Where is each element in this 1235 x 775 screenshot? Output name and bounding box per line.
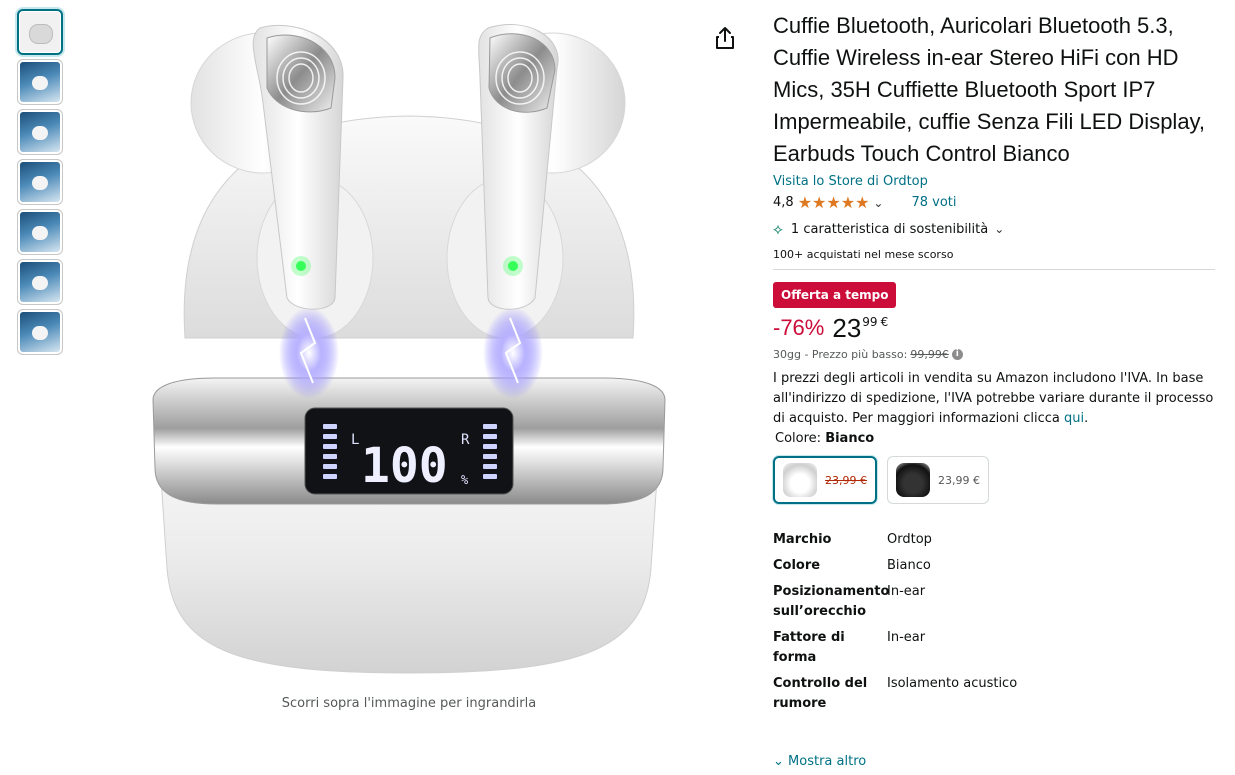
spec-row: Fattore di forma In-ear [773,628,1215,668]
thumbnail-image [20,262,60,302]
earbuds-case-illustration: L R 100 % [152,24,666,674]
vat-info-link[interactable]: qui [1064,411,1084,426]
thumbnail-4[interactable] [17,159,63,205]
chevron-down-icon[interactable]: ⌄ [873,196,883,210]
show-more-label: Mostra altro [788,754,867,769]
thumbnail-6[interactable] [17,259,63,305]
product-details: Cuffie Bluetooth, Auricolari Bluetooth 5… [773,10,1215,720]
deal-badge: Offerta a tempo [773,282,897,308]
spec-value: Isolamento acustico [887,676,1018,691]
color-option-nero[interactable]: 23,99 € [887,456,989,504]
swatch-price: 23,99 € [938,473,980,487]
thumbnail-5[interactable] [17,209,63,255]
sustainability-feature[interactable]: ⟡ 1 caratteristica di sostenibilità ⌄ [773,220,1215,238]
thumbnail-7[interactable] [17,309,63,355]
share-icon[interactable] [712,25,738,51]
price-row: -76% 23 99 € [773,314,1215,342]
star-rating-icon[interactable]: ★★★★★ [798,193,870,212]
swatch-price: 23,99 € [825,473,867,487]
main-product-image[interactable]: L R 100 % [145,8,673,688]
show-more-link[interactable]: ⌄ Mostra altro [773,754,866,769]
product-title: Cuffie Bluetooth, Auricolari Bluetooth 5… [773,13,1206,166]
thumbnail-image [20,212,60,252]
display-battery-value: 100 [361,438,448,494]
spec-value: In-ear [887,630,926,645]
discount-percent: -76% [773,315,825,340]
spec-row: Controllo del rumore Isolamento acustico [773,674,1215,714]
thumbnail-image [20,12,60,52]
spec-value: Bianco [887,558,931,573]
thumbnail-image [20,162,60,202]
vat-notice: I prezzi degli articoli in vendita su Am… [773,369,1215,429]
swatch-image [783,463,817,497]
spec-value: In-ear [887,584,926,599]
thumbnail-2[interactable] [17,59,63,105]
swatch-image [896,463,930,497]
color-selected-name: Bianco [825,431,875,446]
vat-end: . [1084,411,1089,426]
sustainability-label: 1 caratteristica di sostenibilità [790,221,989,237]
price-fraction: 99 [862,315,878,329]
thumbnail-image [20,312,60,352]
spec-table: Marchio Ordtop Colore Bianco Posizioname… [773,530,1215,714]
ratings-count-link[interactable]: 78 voti [911,195,956,210]
image-zoom-caption: Scorri sopra l'immagine per ingrandirla [281,696,537,711]
display-left-label: L [351,432,359,448]
spec-key: Posizionamento sull’orecchio [773,584,890,619]
color-label: Colore: Bianco [775,431,1215,446]
thumbnail-strip [17,9,65,359]
thumbnail-1[interactable] [17,9,63,55]
rating-value: 4,8 [773,195,794,210]
thumbnail-image [20,112,60,152]
spec-key: Colore [773,558,821,573]
color-option-bianco[interactable]: 23,99 € [773,456,877,504]
color-label-prefix: Colore: [775,431,822,446]
bought-last-month: 100+ acquistati nel mese scorso [773,248,1215,270]
leaf-icon: ⟡ [773,220,783,238]
spec-fade-overlay [773,735,1073,755]
info-icon[interactable]: i [951,349,963,360]
color-swatches: 23,99 € 23,99 € [773,456,1215,504]
vat-text: I prezzi degli articoli in vendita su Am… [773,371,1214,426]
lowest-price-label: 30gg - Prezzo più basso: [773,348,908,361]
display-right-label: R [461,432,470,448]
spec-key: Marchio [773,532,832,547]
spec-value: Ordtop [887,532,932,547]
spec-row: Colore Bianco [773,556,1215,576]
spec-row: Posizionamento sull’orecchio In-ear [773,582,1215,622]
price-currency: € [880,315,889,329]
chevron-down-icon: ⌄ [994,222,1005,236]
spec-row: Marchio Ordtop [773,530,1215,550]
thumbnail-3[interactable] [17,109,63,155]
price-whole: 23 [832,313,862,343]
spec-key: Controllo del rumore [773,676,868,711]
rating-row: 4,8 ★★★★★ ⌄ 78 voti [773,193,1215,212]
store-link[interactable]: Visita lo Store di Ordtop [773,174,1215,189]
display-unit: % [461,473,469,487]
chevron-down-icon: ⌄ [773,754,784,769]
lowest-price-30-days: 30gg - Prezzo più basso: 99,99€ i [773,348,1215,361]
spec-key: Fattore di forma [773,630,845,665]
thumbnail-image [20,62,60,102]
lowest-price-value: 99,99€ [910,348,949,361]
